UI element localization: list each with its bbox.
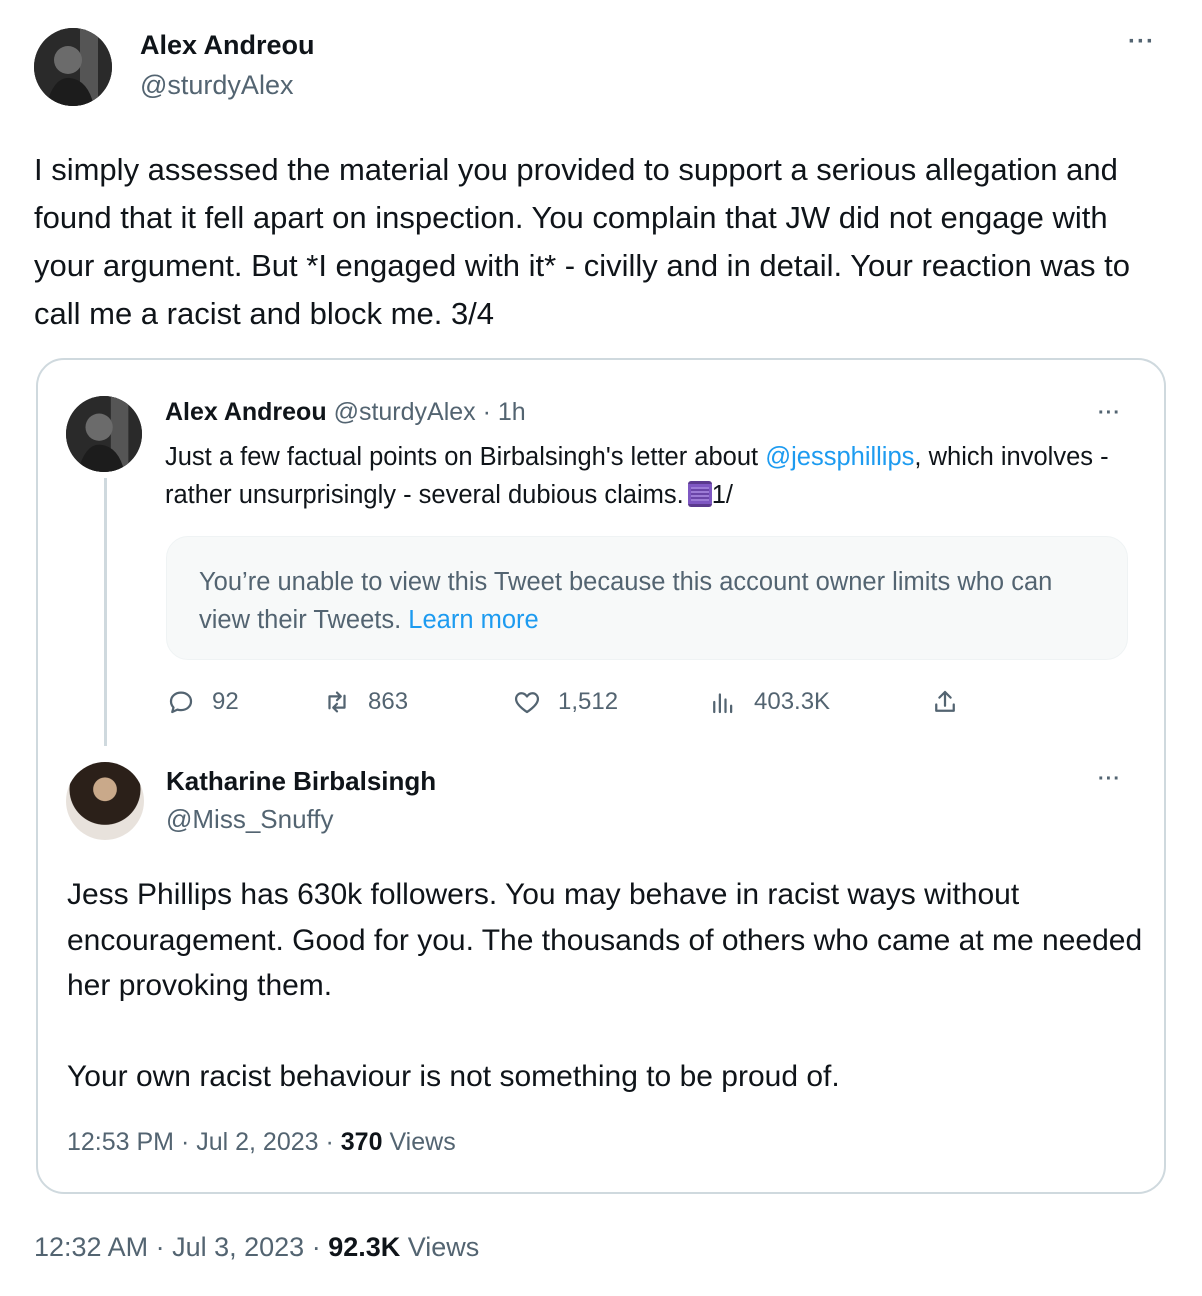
tweet-time[interactable]: 12:53 PM xyxy=(67,1128,174,1156)
quoted-tweet-text: Just a few factual points on Birbalsingh… xyxy=(165,438,1125,514)
view-count: 403.3K xyxy=(754,688,831,715)
heart-icon xyxy=(514,692,540,714)
reply-tweet-meta: 12:53 PM · Jul 2, 2023 · 370 Views xyxy=(67,1128,456,1156)
more-dots-icon[interactable]: ··· xyxy=(1128,28,1155,56)
reply-count: 92 xyxy=(212,688,239,715)
notice-text: You’re unable to view this Tweet because… xyxy=(199,568,1053,634)
thread-connector-line xyxy=(104,478,107,746)
restricted-tweet-notice: You’re unable to view this Tweet because… xyxy=(166,536,1128,660)
author-handle[interactable]: @sturdyAlex xyxy=(334,398,476,426)
mention-link[interactable]: @jessphillips xyxy=(765,443,914,471)
author-handle[interactable]: @Miss_Snuffy xyxy=(166,804,334,835)
share-upload-icon xyxy=(935,690,955,712)
author-name[interactable]: Alex Andreou xyxy=(140,30,315,61)
more-dots-icon[interactable]: ··· xyxy=(1098,768,1121,791)
reply-button[interactable]: 92 xyxy=(166,684,239,720)
views-count: 92.3K xyxy=(328,1232,401,1262)
tweet-date[interactable]: Jul 2, 2023 xyxy=(196,1128,318,1156)
share-button[interactable] xyxy=(930,684,960,720)
paragraph: Your own racist behaviour is not somethi… xyxy=(67,1059,840,1093)
spool-of-thread-icon xyxy=(687,481,712,507)
tweet-text: I simply assessed the material you provi… xyxy=(34,152,1130,331)
avatar-photo-icon xyxy=(66,396,142,472)
paragraph: Jess Phillips has 630k followers. You ma… xyxy=(67,878,1143,1002)
analytics-bar-icon xyxy=(713,693,733,714)
views-button[interactable]: 403.3K xyxy=(708,684,830,720)
views-label: Views xyxy=(389,1128,456,1156)
retweet-icon xyxy=(328,691,346,713)
views-count: 370 xyxy=(340,1128,383,1156)
quoted-tweet-header: Alex Andreou @sturdyAlex · 1h xyxy=(165,398,526,427)
separator-dot: · xyxy=(475,398,498,426)
like-count: 1,512 xyxy=(558,688,619,715)
avatar[interactable] xyxy=(34,28,112,106)
text-segment: 1/ xyxy=(711,481,733,509)
tweet-meta: 12:32 AM · Jul 3, 2023 · 92.3K Views xyxy=(34,1232,480,1262)
views-label: Views xyxy=(407,1232,480,1262)
avatar-photo-icon xyxy=(34,28,112,106)
reply-icon xyxy=(169,691,193,714)
like-button[interactable]: 1,512 xyxy=(512,684,618,720)
author-name[interactable]: Alex Andreou xyxy=(165,398,327,426)
tweet-date[interactable]: Jul 3, 2023 xyxy=(172,1232,304,1262)
text-segment: Just a few factual points on Birbalsingh… xyxy=(165,443,766,471)
learn-more-link[interactable]: Learn more xyxy=(408,606,538,634)
tweet-age[interactable]: 1h xyxy=(498,398,526,426)
retweet-button[interactable]: 863 xyxy=(322,684,408,720)
tweet-time[interactable]: 12:32 AM xyxy=(34,1232,148,1262)
avatar[interactable] xyxy=(66,762,144,840)
more-dots-icon[interactable]: ··· xyxy=(1098,402,1121,425)
retweet-count: 863 xyxy=(368,688,409,715)
author-handle[interactable]: @sturdyAlex xyxy=(140,70,293,101)
author-name[interactable]: Katharine Birbalsingh xyxy=(166,766,436,797)
reply-tweet-text: Jess Phillips has 630k followers. You ma… xyxy=(67,872,1147,1099)
avatar[interactable] xyxy=(66,396,142,472)
